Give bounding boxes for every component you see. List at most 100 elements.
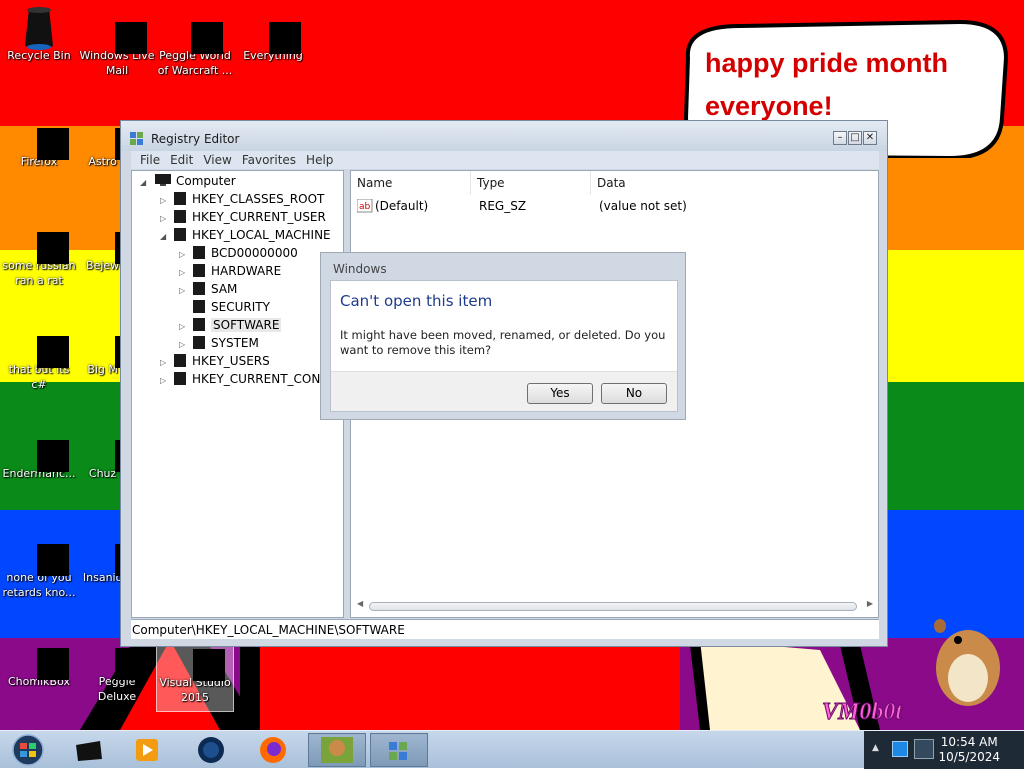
chomikbox-icon [321,737,353,763]
menu-edit[interactable]: Edit [165,151,198,169]
scroll-right-icon[interactable]: ▶ [867,599,873,608]
app-icon [21,528,69,576]
dialog-body: Can't open this item It might have been … [330,280,678,412]
tree-item-system[interactable]: ▷ SYSTEM [179,334,259,352]
folder-icon [174,210,186,223]
tree-label: HKEY_CURRENT_CONFI [192,372,331,386]
network-icon[interactable] [892,741,908,757]
expander-icon[interactable]: ◢ [160,228,170,246]
registry-editor-icon [130,132,143,145]
icon-label: Recycle Bin [7,49,71,62]
tree-label: HARDWARE [211,264,282,278]
dialog-button-bar: Yes No [331,371,677,411]
desktop-icon-chomikbox[interactable]: ChomikBox [0,632,78,689]
registry-tree[interactable]: ◢ Computer ▷ HKEY_CLASSES_ROOT ▷ HKEY_CURRE… [131,170,344,618]
folder-icon [193,264,205,277]
firefox-icon [21,112,69,160]
folder-icon [193,246,205,259]
globe-icon [198,737,224,763]
column-header-data[interactable]: Data [591,171,878,195]
tree-item-hkey-users[interactable]: ▷ HKEY_USERS [160,352,270,370]
minimize-button[interactable]: – [833,131,847,145]
desktop-icon-endermanch[interactable]: Endermanc... [0,424,78,481]
taskbar-media-player[interactable] [124,733,170,767]
system-tray: ▲ 10:54 AM 10/5/2024 [864,731,1024,769]
error-dialog: Windows Can't open this item It might ha… [320,252,686,420]
desktop-icon-recycle-bin[interactable]: Recycle Bin [0,6,78,63]
column-header-name[interactable]: Name [351,171,471,195]
window-title: Registry Editor [151,132,240,146]
taskbar-show-desktop[interactable] [66,733,112,767]
tree-label: HKEY_CURRENT_USER [192,210,326,224]
desktop-icon-everything[interactable]: Everything [234,6,312,63]
folder-icon [174,354,186,367]
mail-icon [99,6,147,54]
taskbar-registry-editor[interactable] [370,733,428,767]
tree-label: SOFTWARE [211,318,282,332]
menu-favorites[interactable]: Favorites [237,151,301,169]
tree-item-security[interactable]: SECURITY [179,298,270,316]
scroll-left-icon[interactable]: ◀ [357,599,363,608]
value-name: (Default) [375,199,429,213]
expander-icon[interactable]: ◢ [140,174,150,192]
hamster-icon [934,619,1000,706]
bubble-text: happy pride month everyone! [705,48,948,121]
no-button[interactable]: No [601,383,667,404]
tree-item-hkey-local-machine[interactable]: ◢ HKEY_LOCAL_MACHINE [160,226,331,244]
taskbar-chomikbox[interactable] [308,733,366,767]
tree-item-hkey-current-user[interactable]: ▷ HKEY_CURRENT_USER [160,208,326,226]
desktop-icon-that-but-csharp[interactable]: that but its c# [0,320,78,392]
tree-item-sam[interactable]: ▷ SAM [179,280,237,298]
dialog-headline: Can't open this item [340,292,493,310]
tray-expand-icon[interactable]: ▲ [872,743,879,753]
tree-item-computer[interactable]: ◢ Computer [140,172,236,190]
tree-label: HKEY_USERS [192,354,270,368]
menu-bar: File Edit View Favorites Help [131,151,879,169]
column-header-type[interactable]: Type [471,171,591,195]
start-button[interactable] [4,733,52,767]
expander-icon[interactable]: ▷ [160,372,170,390]
svg-text:ab: ab [359,202,371,212]
tree-item-hkey-classes-root[interactable]: ▷ HKEY_CLASSES_ROOT [160,190,324,208]
maximize-button[interactable]: □ [848,131,862,145]
horizontal-scrollbar[interactable]: ◀ ▶ [355,599,875,613]
tree-item-hardware[interactable]: ▷ HARDWARE [179,262,281,280]
dialog-message: It might have been moved, renamed, or de… [340,328,666,357]
desktop-icon-some-russian[interactable]: some russian ran a rat [0,216,78,288]
desktop-icon-none-of-you[interactable]: none of you retards kno... [0,528,78,600]
desktop-icon-firefox[interactable]: Firefox [0,112,78,169]
tree-label: Computer [176,174,236,188]
tree-item-hkey-current-config[interactable]: ▷ HKEY_CURRENT_CONFI [160,370,331,388]
taskbar-globe[interactable] [188,733,234,767]
tree-label: SAM [211,282,238,296]
hamster-icon [21,632,69,680]
folder-icon [193,318,205,331]
tree-label: SYSTEM [211,336,259,350]
taskbar-firefox[interactable] [250,733,296,767]
folder-icon [193,336,205,349]
menu-help[interactable]: Help [301,151,338,169]
value-type: REG_SZ [479,199,527,213]
computer-icon [155,174,171,186]
close-button[interactable]: ✕ [863,131,877,145]
scrollbar-thumb[interactable] [369,602,857,611]
tree-item-software[interactable]: ▷ SOFTWARE [179,316,282,334]
yes-button[interactable]: Yes [527,383,593,404]
peggle-icon [177,6,223,54]
title-bar[interactable]: Registry Editor – □ ✕ [121,121,887,151]
tree-item-bcd[interactable]: ▷ BCD00000000 [179,244,298,262]
document-icon [21,216,69,264]
menu-file[interactable]: File [135,151,165,169]
clock[interactable]: 10:54 AM 10/5/2024 [938,735,1000,765]
folder-icon [174,372,186,385]
folder-icon [193,300,205,313]
desktop-icon [76,741,102,761]
tree-label: SECURITY [211,300,270,314]
menu-view[interactable]: View [198,151,236,169]
firefox-icon [260,737,286,763]
desktop-icon-peggle-wow[interactable]: Peggle World of Warcraft ... [156,6,234,78]
volume-icon[interactable] [914,739,934,759]
value-row[interactable]: ab (Default) REG_SZ (value not set) [357,197,873,215]
app-icon [21,424,69,472]
desktop-icon-windows-live-mail[interactable]: Windows Live Mail [78,6,156,78]
